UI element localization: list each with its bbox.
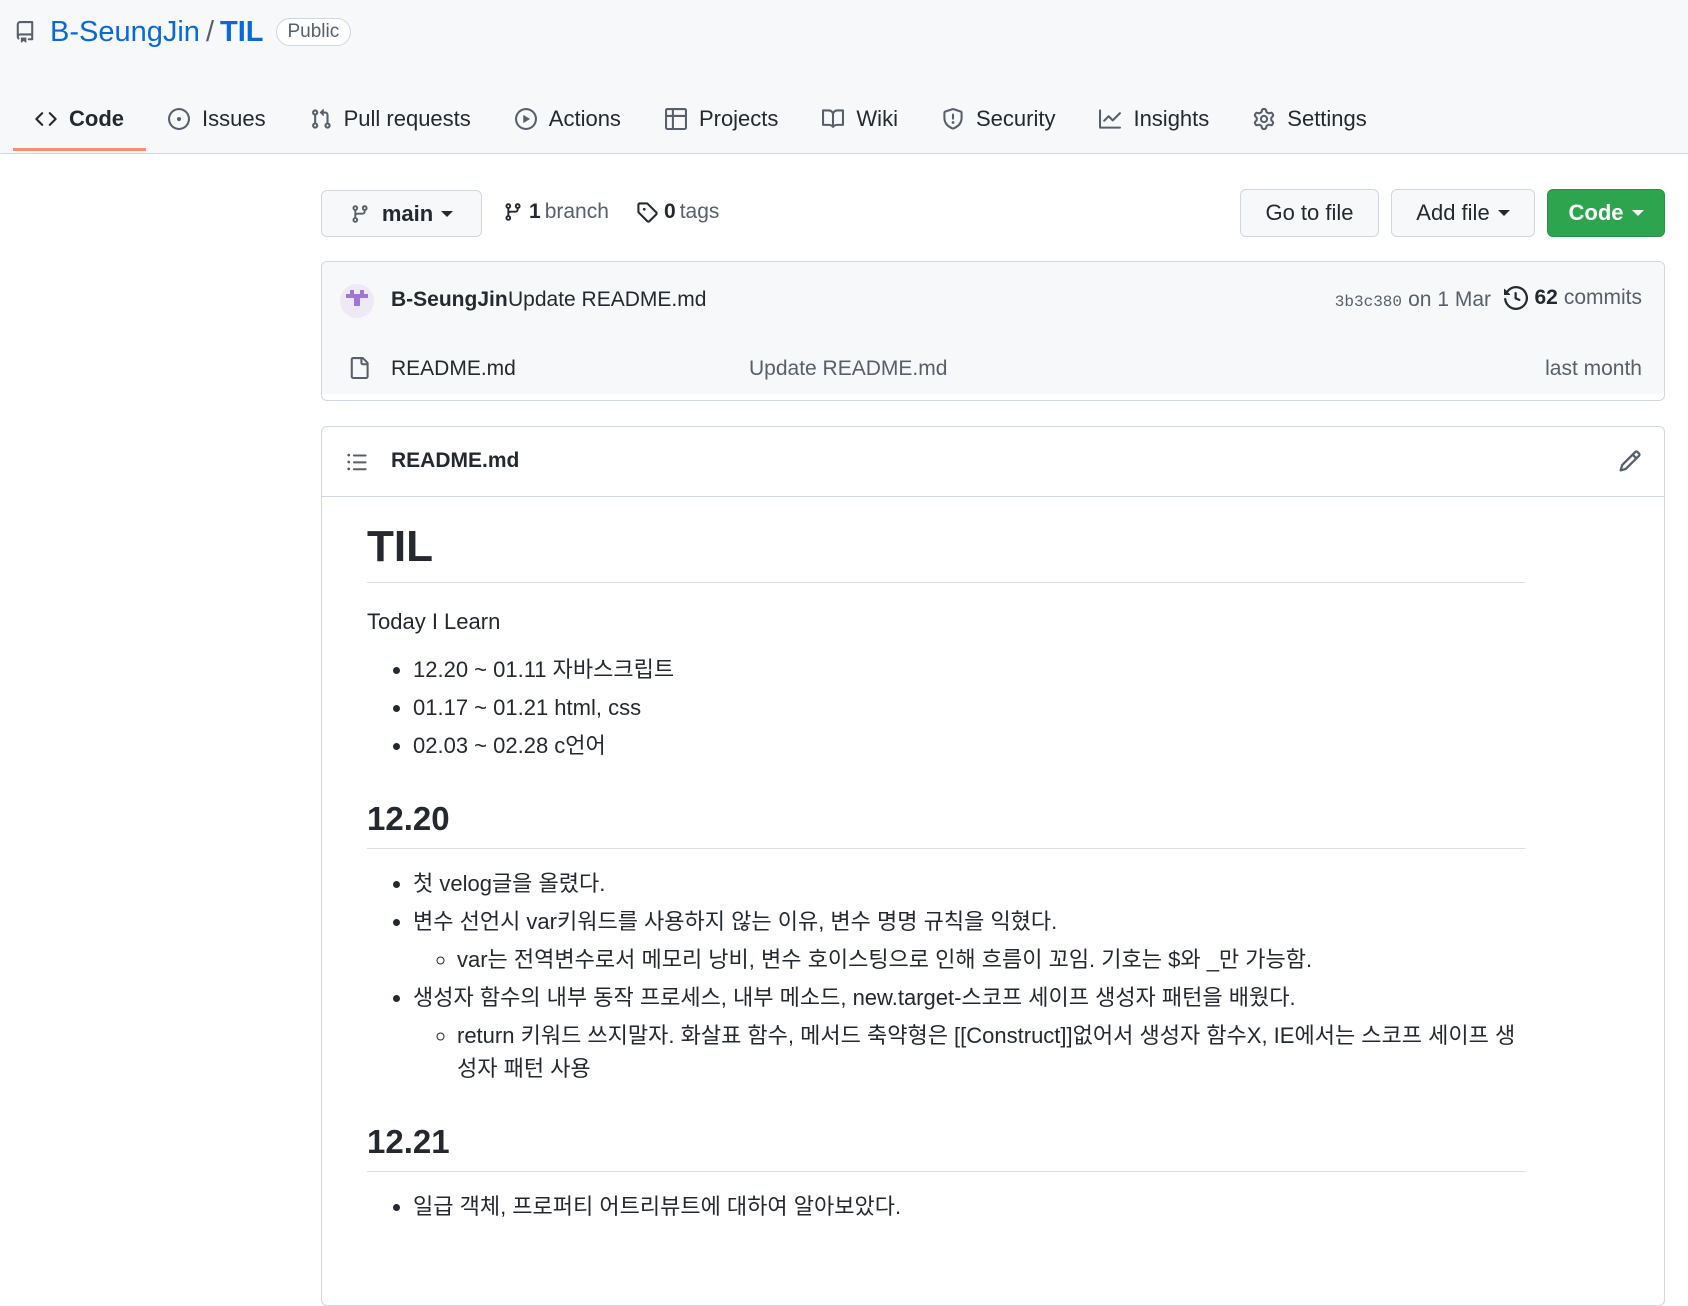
identicon-icon [346,290,368,306]
branch-label: branch [544,200,609,223]
commit-author-link[interactable]: B-SeungJin [391,288,508,312]
tab-label: Projects [698,106,779,131]
readme-intro: Today I Learn [367,609,501,634]
pull-request-icon [311,108,331,129]
visibility-badge: Public [275,18,352,46]
list-item: 변수 선언시 var키워드를 사용하지 않는 이유, 변수 명명 규칙을 익혔다… [413,905,1525,976]
tab-label: Pull requests [343,106,471,131]
branch-selector-button[interactable]: main [321,190,482,237]
list-item: 생성자 함수의 내부 동작 프로세스, 내부 메소드, new.target-스… [413,981,1525,1085]
section-list: 첫 velog글을 올렸다. 변수 선언시 var키워드를 사용하지 않는 이유… [367,867,1525,1085]
list-icon[interactable] [346,451,368,473]
branches-link[interactable]: 1 branch [503,200,609,224]
list-item: 01.17 ~ 01.21 html, css [413,691,1525,724]
repo-title-bar: B-SeungJin / TIL Public [14,10,352,54]
tag-label: tags [679,200,720,223]
code-icon [35,112,57,126]
file-commit-message-link[interactable]: Update README.md [749,357,947,381]
tab-security[interactable]: Security [920,88,1077,150]
list-item-text: 변수 선언시 var키워드를 사용하지 않는 이유, 변수 명명 규칙을 익혔다… [413,909,1058,934]
tab-label: Security [975,106,1056,131]
list-item-text: 일급 객체, 프로퍼티 어트리뷰트에 대하여 알아보았다. [413,1194,902,1219]
commit-date: on 1 Mar [1408,288,1491,311]
repo-header: B-SeungJin / TIL Public Code Issues Pull… [0,0,1688,154]
list-item: 02.03 ~ 02.28 c언어 [413,729,1525,762]
branch-icon [352,204,368,223]
code-button-label: Code [1568,200,1624,225]
tab-label: Actions [548,106,621,131]
list-item-text: 생성자 함수의 내부 동작 프로세스, 내부 메소드, new.target-스… [413,985,1296,1010]
file-browser: B-SeungJin Update README.md 3b3c380 on 1… [321,261,1665,401]
readme-content: TIL Today I Learn 12.20 ~ 01.11 자바스크립트 0… [367,496,1525,1228]
go-to-file-button[interactable]: Go to file [1240,189,1379,237]
readme-panel: README.md TIL Today I Learn 12.20 ~ 01.1… [321,426,1665,1306]
avatar[interactable] [340,284,374,318]
latest-commit-bar: B-SeungJin Update README.md 3b3c380 on 1… [322,262,1664,345]
repo-nav-tabs: Code Issues Pull requests Actions Projec… [13,88,1389,152]
file-age: last month [1545,357,1642,380]
repo-icon [14,21,36,43]
table-row[interactable]: README.md Update README.md last month [322,344,1664,394]
commit-message-link[interactable]: Update README.md [508,288,706,312]
sub-list: return 키워드 쓰지말자. 화살표 함수, 메서드 축약형은 [[Cons… [413,1019,1525,1085]
chevron-down-icon [1631,210,1644,216]
issue-icon [168,108,190,130]
pencil-icon[interactable] [1618,449,1642,473]
tab-projects[interactable]: Projects [643,88,800,150]
tab-settings[interactable]: Settings [1231,88,1389,150]
table-icon [664,108,687,130]
list-item: 12.20 ~ 01.11 자바스크립트 [413,653,1525,686]
sub-list: var는 전역변수로서 메모리 낭비, 변수 호이스팅으로 인해 흐름이 꼬임.… [413,943,1525,976]
tab-insights[interactable]: Insights [1077,88,1231,150]
code-button[interactable]: Code [1547,189,1665,237]
shield-icon [943,108,963,130]
file-name-link[interactable]: README.md [391,357,516,381]
branch-icon [505,203,521,221]
tags-link[interactable]: 0 tags [636,200,719,224]
section-heading: 12.20 [367,800,1525,849]
readme-heading: TIL [367,522,1525,583]
tag-count: 0 [664,200,676,223]
tab-wiki[interactable]: Wiki [800,88,920,150]
branch-count: 1 [529,200,541,223]
chevron-down-icon [1497,210,1510,216]
tab-pull-requests[interactable]: Pull requests [288,88,493,150]
add-file-label: Add file [1416,200,1490,225]
tag-icon [637,202,658,223]
history-icon [1504,286,1529,310]
play-icon [514,108,537,130]
commit-count-label: commits [1563,286,1642,309]
repo-name-link[interactable]: TIL [220,16,264,49]
readme-header: README.md [322,427,1664,497]
path-separator: / [205,15,214,48]
commit-count: 62 [1534,286,1558,309]
branch-name: main [381,200,434,226]
tab-label: Insights [1133,106,1210,131]
list-item-text: 첫 velog글을 올렸다. [413,871,606,896]
chevron-down-icon [441,210,454,217]
commit-sha-link[interactable]: 3b3c380 [1335,293,1402,311]
add-file-button[interactable]: Add file [1391,189,1535,237]
section-heading: 12.21 [367,1123,1525,1172]
section-list: 일급 객체, 프로퍼티 어트리뷰트에 대하여 알아보았다. [367,1190,1525,1223]
commits-history-link[interactable]: 62 commits [1504,286,1642,310]
tab-issues[interactable]: Issues [146,88,288,150]
book-icon [822,109,845,128]
tab-label: Settings [1287,106,1367,131]
file-icon [350,357,369,379]
tab-label: Issues [202,106,266,131]
tab-label: Wiki [856,106,898,131]
gear-icon [1254,108,1275,130]
tab-actions[interactable]: Actions [493,88,643,150]
list-item: 일급 객체, 프로퍼티 어트리뷰트에 대하여 알아보았다. [413,1190,1525,1223]
tab-label: Code [69,106,124,131]
graph-icon [1099,109,1122,129]
repo-owner-link[interactable]: B-SeungJin [50,16,200,49]
toc-list: 12.20 ~ 01.11 자바스크립트 01.17 ~ 01.21 html,… [367,653,1525,762]
readme-title: README.md [391,449,520,472]
tab-code[interactable]: Code [13,88,146,151]
sub-list-item: var는 전역변수로서 메모리 낭비, 변수 호이스팅으로 인해 흐름이 꼬임.… [457,943,1525,976]
list-item: 첫 velog글을 올렸다. [413,867,1525,900]
sub-list-item: return 키워드 쓰지말자. 화살표 함수, 메서드 축약형은 [[Cons… [457,1019,1525,1085]
